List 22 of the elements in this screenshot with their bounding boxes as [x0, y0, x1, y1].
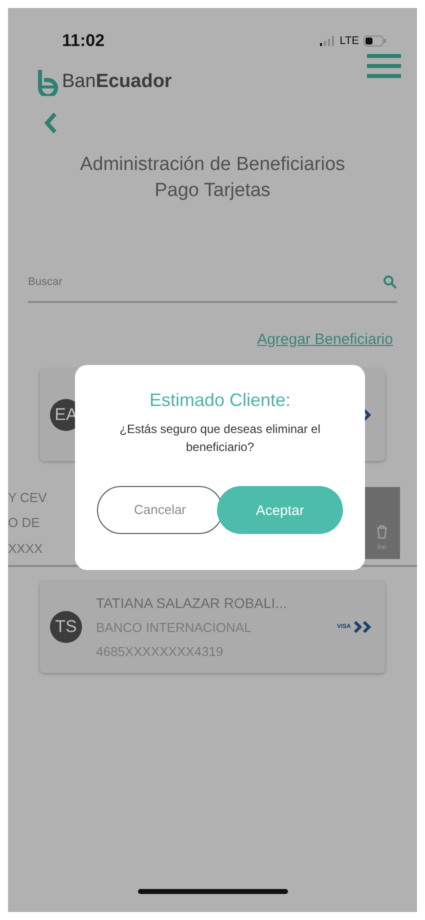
page-title: Administración de Beneficiarios	[80, 153, 346, 177]
page-title: Pago Tarjetas	[154, 179, 270, 203]
dialog-title: Estimado Cliente:	[149, 389, 291, 412]
dialog-message: ¿Estás seguro que deseas eliminar el beneficiario?	[118, 421, 322, 456]
add-beneficiary-link[interactable]: Agregar Beneficiario	[257, 328, 393, 351]
search-field[interactable]: Buscar	[28, 274, 228, 290]
logo-text: BanEcuador	[62, 70, 172, 94]
logo-icon	[36, 70, 60, 96]
beneficiary-text: O DE	[8, 514, 40, 532]
menu-icon[interactable]	[367, 54, 401, 78]
avatar: TS	[50, 611, 82, 643]
search-icon	[383, 275, 397, 290]
beneficiary-text: XXXX	[8, 540, 43, 558]
accept-button[interactable]: Aceptar	[217, 486, 343, 534]
trash-icon	[376, 524, 388, 538]
beneficiary-text: Y CEV	[8, 488, 47, 507]
network-label: LTE	[340, 34, 359, 48]
beneficiary-name: TATIANA SALAZAR ROBALI...	[96, 594, 288, 613]
back-icon[interactable]	[44, 112, 58, 134]
status-time: 11:02	[62, 30, 105, 52]
signal-icon	[320, 36, 336, 46]
battery-icon	[363, 34, 387, 47]
